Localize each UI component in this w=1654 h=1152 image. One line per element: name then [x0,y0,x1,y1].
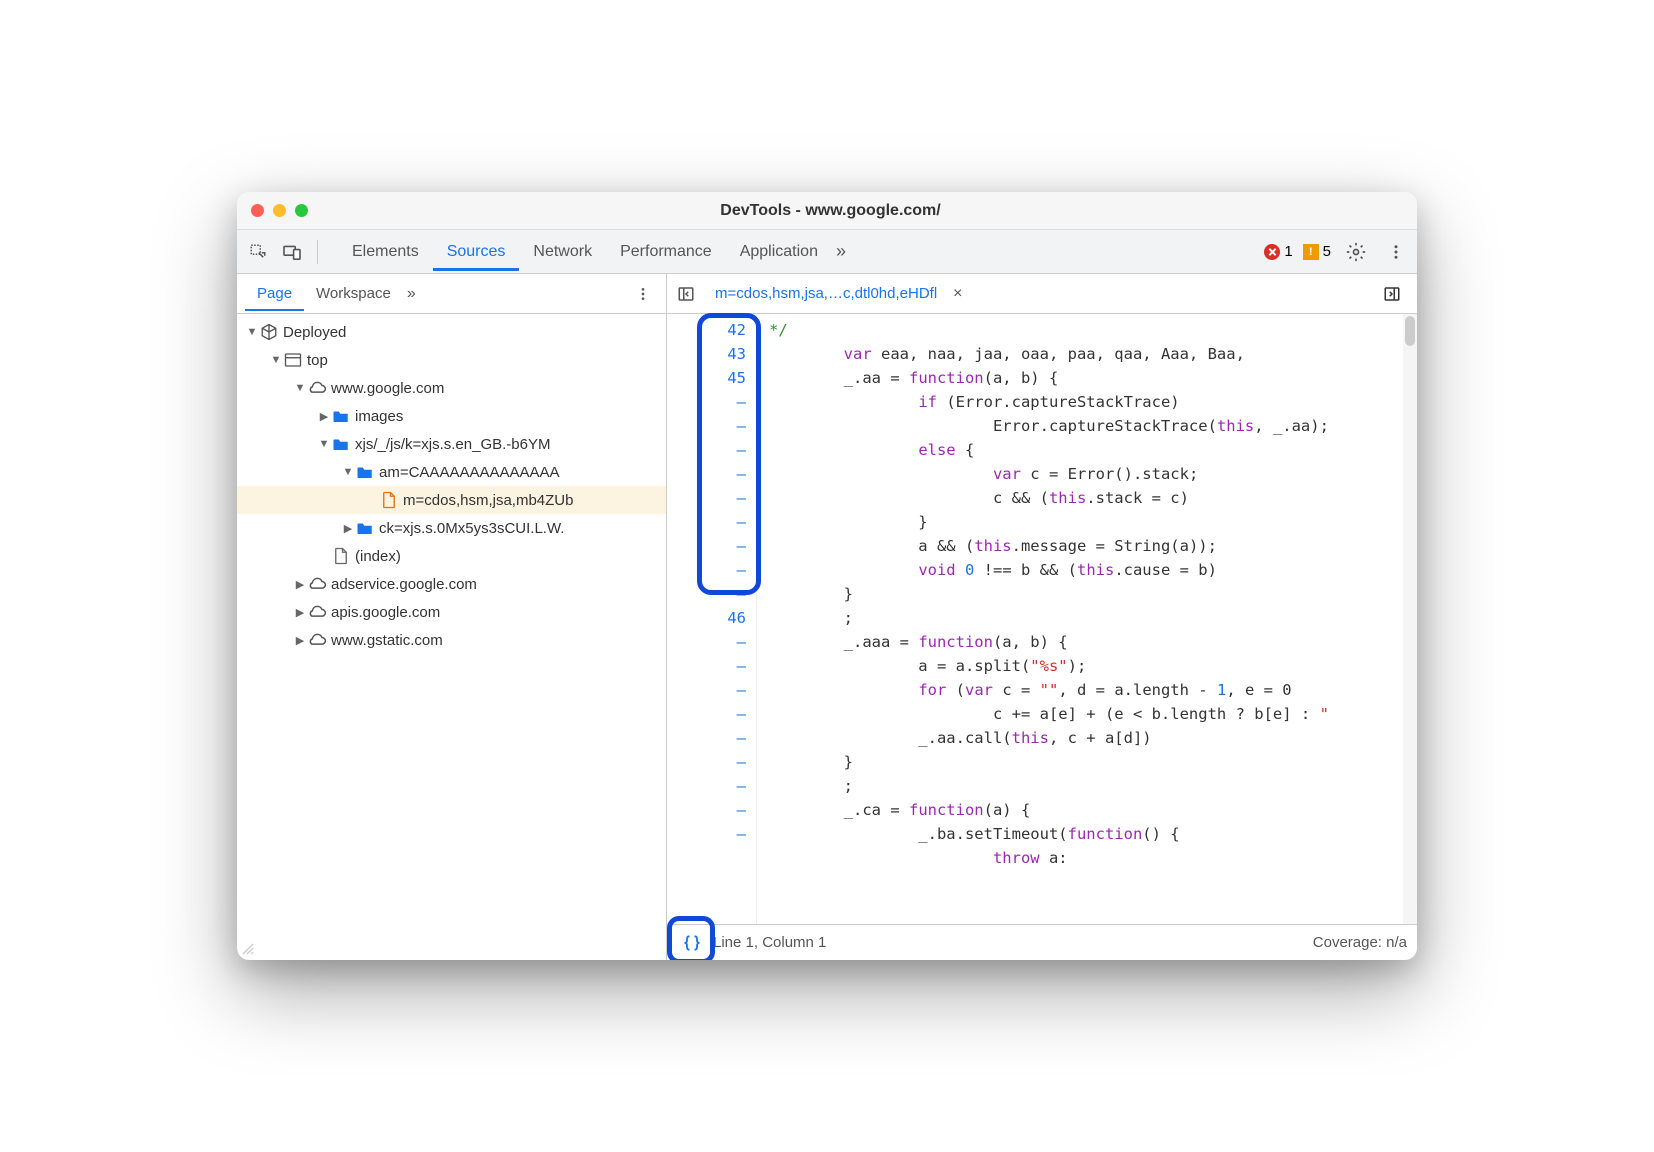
scroll-thumb[interactable] [1405,316,1415,346]
tab-performance[interactable]: Performance [606,233,726,271]
more-tabs-icon[interactable]: » [836,241,846,262]
code-editor[interactable]: 424345–––––––––46––––––––– */ var eaa, n… [667,314,1417,924]
tree-item[interactable]: ▼www.google.com [237,374,666,402]
tree-item[interactable]: m=cdos,hsm,jsa,mb4ZUb [237,486,666,514]
cursor-position: Line 1, Column 1 [713,934,826,951]
tree-item[interactable]: ▶apis.google.com [237,598,666,626]
navigator-tabs: Page Workspace » [237,274,666,314]
tree-item[interactable]: ▼xjs/_/js/k=xjs.s.en_GB.-b6YM [237,430,666,458]
error-count[interactable]: 1 [1264,243,1292,260]
toggle-debugger-icon[interactable] [1379,281,1405,307]
tree-item[interactable]: ▶www.gstatic.com [237,626,666,654]
editor-pane: m=cdos,hsm,jsa,…c,dtl0hd,eHDfl × 424345–… [667,274,1417,960]
tree-item[interactable]: ▼am=CAAAAAAAAAAAAAA [237,458,666,486]
error-icon [1264,244,1280,260]
minimize-button[interactable] [273,204,286,217]
devtools-window: DevTools - www.google.com/ Elements Sour… [237,192,1417,960]
main-toolbar: Elements Sources Network Performance App… [237,230,1417,274]
tree-item[interactable]: ▶images [237,402,666,430]
close-button[interactable] [251,204,264,217]
tab-application[interactable]: Application [726,233,832,271]
subtab-workspace[interactable]: Workspace [304,276,403,311]
more-menu-icon[interactable] [1381,237,1411,267]
line-gutter[interactable]: 424345–––––––––46––––––––– [667,314,757,924]
tree-item[interactable]: (index) [237,542,666,570]
device-toggle-icon[interactable] [277,237,307,267]
scrollbar[interactable] [1403,314,1417,924]
coverage-status: Coverage: n/a [1313,934,1407,951]
editor-tab-active[interactable]: m=cdos,hsm,jsa,…c,dtl0hd,eHDfl × [705,274,973,313]
resize-handle[interactable] [237,938,259,960]
tab-elements[interactable]: Elements [338,233,433,271]
editor-tab-bar: m=cdos,hsm,jsa,…c,dtl0hd,eHDfl × [667,274,1417,314]
main-content: Page Workspace » ▼Deployed▼top▼www.googl… [237,274,1417,960]
editor-tab-label: m=cdos,hsm,jsa,…c,dtl0hd,eHDfl [715,285,937,302]
toggle-navigator-icon[interactable] [673,281,699,307]
settings-icon[interactable] [1341,237,1371,267]
tree-item[interactable]: ▶adservice.google.com [237,570,666,598]
tree-item[interactable]: ▶ck=xjs.s.0Mx5ys3sCUI.L.W. [237,514,666,542]
select-element-icon[interactable] [243,237,273,267]
code-content[interactable]: */ var eaa, naa, jaa, oaa, paa, qaa, Aaa… [757,314,1417,924]
file-tree[interactable]: ▼Deployed▼top▼www.google.com▶images▼xjs/… [237,314,666,960]
close-tab-icon[interactable]: × [953,285,962,303]
subtab-page[interactable]: Page [245,276,304,311]
tab-network[interactable]: Network [519,233,606,271]
tab-sources[interactable]: Sources [433,233,520,271]
titlebar: DevTools - www.google.com/ [237,192,1417,230]
window-title: DevTools - www.google.com/ [308,202,1353,220]
traffic-lights [251,204,308,217]
more-subtabs-icon[interactable]: » [407,285,416,303]
maximize-button[interactable] [295,204,308,217]
panel-tabs: Elements Sources Network Performance App… [338,233,846,271]
navigator-menu-icon[interactable] [628,279,658,309]
tree-item[interactable]: ▼top [237,346,666,374]
editor-statusbar: Line 1, Column 1 Coverage: n/a [667,924,1417,960]
navigator-pane: Page Workspace » ▼Deployed▼top▼www.googl… [237,274,667,960]
pretty-print-button[interactable] [677,928,707,958]
warning-icon: ! [1303,244,1319,260]
warning-count[interactable]: ! 5 [1303,243,1331,260]
tree-item[interactable]: ▼Deployed [237,318,666,346]
